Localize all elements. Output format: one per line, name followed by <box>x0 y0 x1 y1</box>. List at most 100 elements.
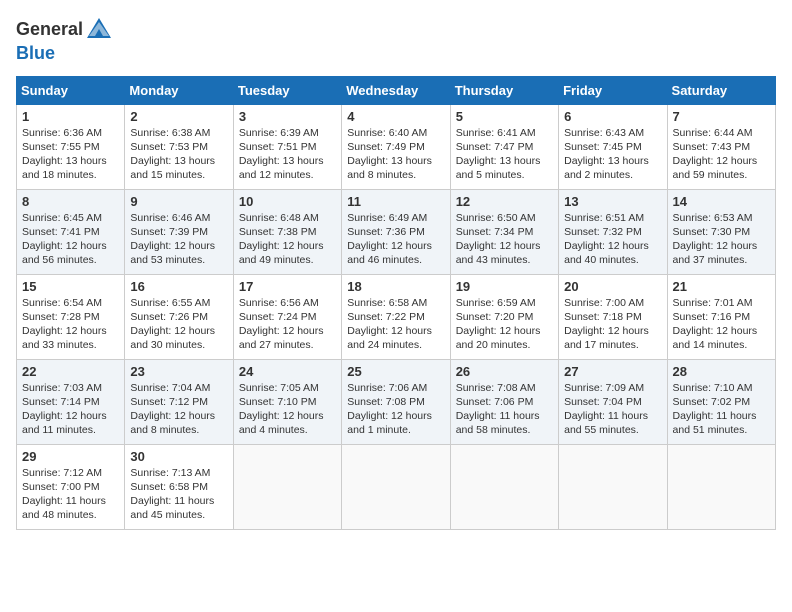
day-number: 7 <box>673 109 770 124</box>
day-number: 30 <box>130 449 227 464</box>
logo-general: General <box>16 19 83 39</box>
calendar-cell: 21 Sunrise: 7:01 AMSunset: 7:16 PMDayligh… <box>667 274 775 359</box>
calendar-cell: 15 Sunrise: 6:54 AMSunset: 7:28 PMDayligh… <box>17 274 125 359</box>
calendar-cell: 30 Sunrise: 7:13 AMSunset: 6:58 PMDayligh… <box>125 444 233 529</box>
cell-info: Sunrise: 6:55 AMSunset: 7:26 PMDaylight:… <box>130 296 227 353</box>
calendar-cell: 23 Sunrise: 7:04 AMSunset: 7:12 PMDayligh… <box>125 359 233 444</box>
day-number: 18 <box>347 279 444 294</box>
calendar-cell: 11 Sunrise: 6:49 AMSunset: 7:36 PMDayligh… <box>342 189 450 274</box>
calendar-cell: 1 Sunrise: 6:36 AMSunset: 7:55 PMDaylight… <box>17 104 125 189</box>
calendar-cell: 26 Sunrise: 7:08 AMSunset: 7:06 PMDayligh… <box>450 359 558 444</box>
cell-info: Sunrise: 7:13 AMSunset: 6:58 PMDaylight:… <box>130 466 227 523</box>
calendar-cell: 14 Sunrise: 6:53 AMSunset: 7:30 PMDayligh… <box>667 189 775 274</box>
day-number: 15 <box>22 279 119 294</box>
weekday-header-friday: Friday <box>559 76 667 104</box>
calendar-cell: 28 Sunrise: 7:10 AMSunset: 7:02 PMDayligh… <box>667 359 775 444</box>
calendar-cell: 12 Sunrise: 6:50 AMSunset: 7:34 PMDayligh… <box>450 189 558 274</box>
cell-info: Sunrise: 6:45 AMSunset: 7:41 PMDaylight:… <box>22 211 119 268</box>
cell-info: Sunrise: 6:38 AMSunset: 7:53 PMDaylight:… <box>130 126 227 183</box>
cell-info: Sunrise: 6:39 AMSunset: 7:51 PMDaylight:… <box>239 126 336 183</box>
calendar-cell <box>450 444 558 529</box>
calendar-cell: 29Sunrise: 7:12 AMSunset: 7:00 PMDayligh… <box>17 444 125 529</box>
cell-info: Sunrise: 6:44 AMSunset: 7:43 PMDaylight:… <box>673 126 770 183</box>
day-number: 28 <box>673 364 770 379</box>
calendar-cell: 16 Sunrise: 6:55 AMSunset: 7:26 PMDayligh… <box>125 274 233 359</box>
day-number: 25 <box>347 364 444 379</box>
cell-info: Sunrise: 6:56 AMSunset: 7:24 PMDaylight:… <box>239 296 336 353</box>
day-number: 9 <box>130 194 227 209</box>
calendar-cell <box>559 444 667 529</box>
cell-info: Sunrise: 7:10 AMSunset: 7:02 PMDaylight:… <box>673 381 770 438</box>
calendar-cell: 24 Sunrise: 7:05 AMSunset: 7:10 PMDayligh… <box>233 359 341 444</box>
calendar-cell <box>233 444 341 529</box>
weekday-header-saturday: Saturday <box>667 76 775 104</box>
day-number: 12 <box>456 194 553 209</box>
cell-info: Sunrise: 6:58 AMSunset: 7:22 PMDaylight:… <box>347 296 444 353</box>
day-number: 8 <box>22 194 119 209</box>
calendar-cell: 17 Sunrise: 6:56 AMSunset: 7:24 PMDayligh… <box>233 274 341 359</box>
cell-info: Sunrise: 6:49 AMSunset: 7:36 PMDaylight:… <box>347 211 444 268</box>
cell-info: Sunrise: 7:08 AMSunset: 7:06 PMDaylight:… <box>456 381 553 438</box>
day-number: 16 <box>130 279 227 294</box>
calendar-cell <box>342 444 450 529</box>
weekday-header-wednesday: Wednesday <box>342 76 450 104</box>
day-number: 11 <box>347 194 444 209</box>
calendar-cell: 3 Sunrise: 6:39 AMSunset: 7:51 PMDaylight… <box>233 104 341 189</box>
day-number: 26 <box>456 364 553 379</box>
day-number: 13 <box>564 194 661 209</box>
day-number: 21 <box>673 279 770 294</box>
day-number: 24 <box>239 364 336 379</box>
calendar-cell <box>667 444 775 529</box>
day-number: 22 <box>22 364 119 379</box>
cell-info: Sunrise: 7:05 AMSunset: 7:10 PMDaylight:… <box>239 381 336 438</box>
day-number: 14 <box>673 194 770 209</box>
cell-info: Sunrise: 6:40 AMSunset: 7:49 PMDaylight:… <box>347 126 444 183</box>
calendar-cell: 6 Sunrise: 6:43 AMSunset: 7:45 PMDaylight… <box>559 104 667 189</box>
calendar-cell: 7 Sunrise: 6:44 AMSunset: 7:43 PMDaylight… <box>667 104 775 189</box>
calendar-table: SundayMondayTuesdayWednesdayThursdayFrid… <box>16 76 776 530</box>
day-number: 19 <box>456 279 553 294</box>
weekday-header-tuesday: Tuesday <box>233 76 341 104</box>
cell-info: Sunrise: 6:51 AMSunset: 7:32 PMDaylight:… <box>564 211 661 268</box>
cell-info: Sunrise: 7:01 AMSunset: 7:16 PMDaylight:… <box>673 296 770 353</box>
day-number: 20 <box>564 279 661 294</box>
calendar-cell: 9 Sunrise: 6:46 AMSunset: 7:39 PMDaylight… <box>125 189 233 274</box>
page-header: General Blue <box>16 16 776 64</box>
day-number: 6 <box>564 109 661 124</box>
calendar-cell: 10 Sunrise: 6:48 AMSunset: 7:38 PMDayligh… <box>233 189 341 274</box>
weekday-header-thursday: Thursday <box>450 76 558 104</box>
cell-info: Sunrise: 6:36 AMSunset: 7:55 PMDaylight:… <box>22 126 119 183</box>
day-number: 4 <box>347 109 444 124</box>
calendar-cell: 25 Sunrise: 7:06 AMSunset: 7:08 PMDayligh… <box>342 359 450 444</box>
calendar-cell: 22 Sunrise: 7:03 AMSunset: 7:14 PMDayligh… <box>17 359 125 444</box>
cell-info: Sunrise: 7:12 AMSunset: 7:00 PMDaylight:… <box>22 466 119 523</box>
cell-info: Sunrise: 6:43 AMSunset: 7:45 PMDaylight:… <box>564 126 661 183</box>
day-number: 23 <box>130 364 227 379</box>
cell-info: Sunrise: 6:59 AMSunset: 7:20 PMDaylight:… <box>456 296 553 353</box>
day-number: 2 <box>130 109 227 124</box>
cell-info: Sunrise: 6:54 AMSunset: 7:28 PMDaylight:… <box>22 296 119 353</box>
cell-info: Sunrise: 6:50 AMSunset: 7:34 PMDaylight:… <box>456 211 553 268</box>
cell-info: Sunrise: 7:03 AMSunset: 7:14 PMDaylight:… <box>22 381 119 438</box>
calendar-cell: 13 Sunrise: 6:51 AMSunset: 7:32 PMDayligh… <box>559 189 667 274</box>
calendar-cell: 4 Sunrise: 6:40 AMSunset: 7:49 PMDaylight… <box>342 104 450 189</box>
day-number: 27 <box>564 364 661 379</box>
calendar-cell: 18 Sunrise: 6:58 AMSunset: 7:22 PMDayligh… <box>342 274 450 359</box>
cell-info: Sunrise: 6:53 AMSunset: 7:30 PMDaylight:… <box>673 211 770 268</box>
calendar-cell: 20Sunrise: 7:00 AMSunset: 7:18 PMDayligh… <box>559 274 667 359</box>
day-number: 10 <box>239 194 336 209</box>
cell-info: Sunrise: 7:04 AMSunset: 7:12 PMDaylight:… <box>130 381 227 438</box>
calendar-cell: 5Sunrise: 6:41 AMSunset: 7:47 PMDaylight… <box>450 104 558 189</box>
cell-info: Sunrise: 6:46 AMSunset: 7:39 PMDaylight:… <box>130 211 227 268</box>
cell-info: Sunrise: 6:48 AMSunset: 7:38 PMDaylight:… <box>239 211 336 268</box>
calendar-cell: 8 Sunrise: 6:45 AMSunset: 7:41 PMDaylight… <box>17 189 125 274</box>
day-number: 17 <box>239 279 336 294</box>
cell-info: Sunrise: 7:06 AMSunset: 7:08 PMDaylight:… <box>347 381 444 438</box>
weekday-header-monday: Monday <box>125 76 233 104</box>
day-number: 3 <box>239 109 336 124</box>
day-number: 1 <box>22 109 119 124</box>
logo-blue: Blue <box>16 43 55 63</box>
cell-info: Sunrise: 7:09 AMSunset: 7:04 PMDaylight:… <box>564 381 661 438</box>
logo: General Blue <box>16 16 113 64</box>
calendar-cell: 27 Sunrise: 7:09 AMSunset: 7:04 PMDayligh… <box>559 359 667 444</box>
